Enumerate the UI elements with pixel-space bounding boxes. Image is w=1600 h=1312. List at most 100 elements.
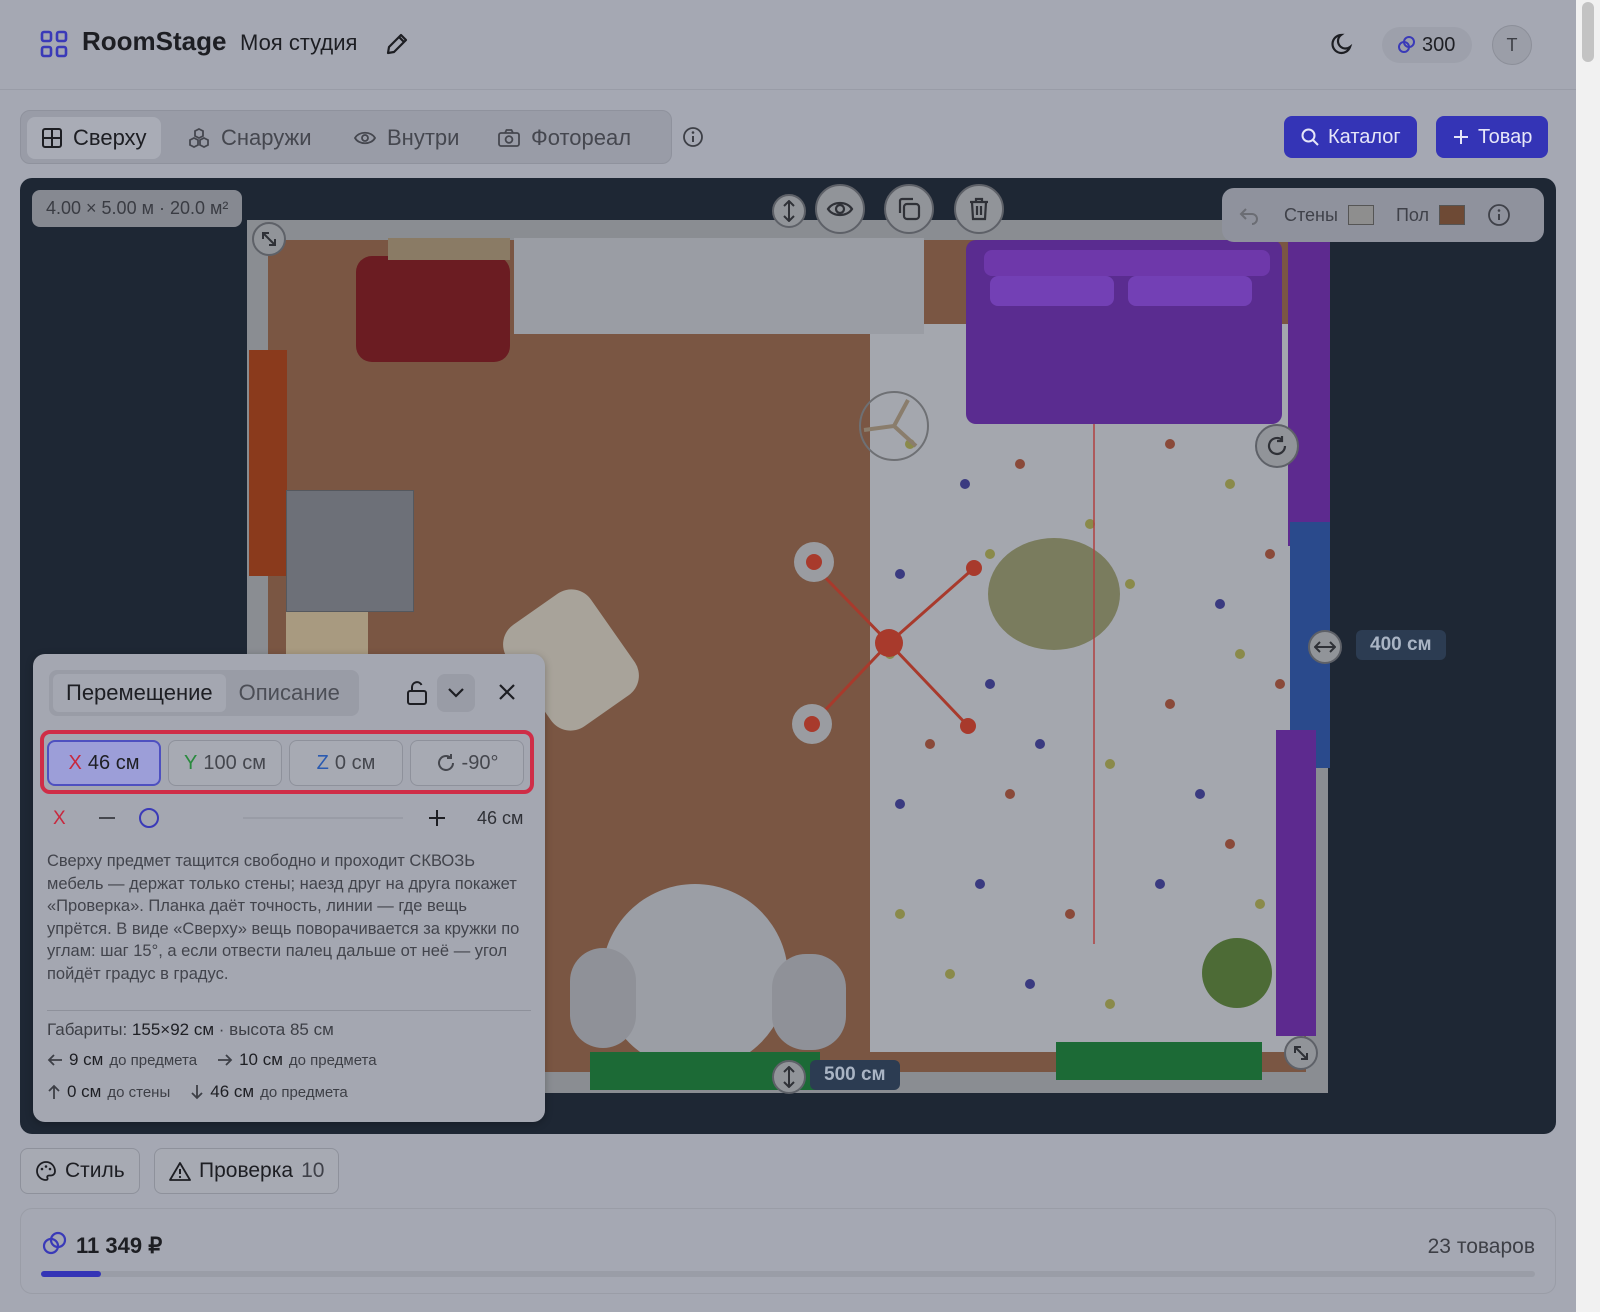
progress-fill xyxy=(41,1271,101,1277)
avatar[interactable]: T xyxy=(1492,25,1532,65)
z-position-input[interactable]: Z 0 см xyxy=(289,740,403,786)
visibility-eye-icon[interactable] xyxy=(815,184,865,234)
orange-bookshelf[interactable] xyxy=(249,350,287,576)
rotation-input[interactable]: -90° xyxy=(410,740,524,786)
rotate-handle-icon[interactable] xyxy=(1255,424,1299,468)
search-icon xyxy=(1300,127,1320,147)
corner-resize-bottom-right-icon[interactable] xyxy=(1284,1036,1318,1070)
tab-description[interactable]: Описание xyxy=(226,674,353,712)
floor-color-swatch[interactable] xyxy=(1439,205,1465,225)
progress-track xyxy=(41,1271,1535,1277)
purple-shelf-right-bottom[interactable] xyxy=(1276,730,1316,1036)
resize-vertical-handle-icon[interactable] xyxy=(772,1060,806,1094)
camera-icon xyxy=(497,127,521,149)
eye-icon xyxy=(353,127,377,149)
rotation-value: -90° xyxy=(461,751,499,774)
dims-label: Габариты: xyxy=(47,1020,128,1039)
close-icon[interactable] xyxy=(497,682,517,702)
credits-badge[interactable]: 300 xyxy=(1382,27,1472,63)
tab-top-view[interactable]: Сверху xyxy=(27,117,161,159)
tab-photoreal-view[interactable]: Фотореал xyxy=(483,117,645,159)
lock-open-icon[interactable] xyxy=(405,680,429,706)
x-value: 46 см xyxy=(87,751,140,774)
slider-thumb[interactable] xyxy=(139,808,159,828)
bottom-distance-target: до предмета xyxy=(260,1083,348,1101)
grey-bed-table[interactable] xyxy=(286,490,414,612)
edit-pencil-icon[interactable] xyxy=(384,31,410,57)
logo-grid-icon xyxy=(40,30,68,58)
red-ottoman[interactable] xyxy=(356,256,510,362)
x-axis-label: X xyxy=(68,751,82,774)
info-icon[interactable] xyxy=(1487,203,1511,227)
x-position-input[interactable]: X 46 см xyxy=(47,740,161,786)
undo-icon[interactable] xyxy=(1238,205,1260,225)
fan-icon xyxy=(856,388,932,464)
check-button[interactable]: Проверка 10 xyxy=(154,1148,340,1194)
increment-plus-icon[interactable] xyxy=(427,808,447,828)
y-axis-label: Y xyxy=(183,751,198,774)
cart-footer[interactable]: 11 349 ₽ 23 товаров xyxy=(20,1208,1556,1294)
brand-name: RoomStage xyxy=(82,26,227,56)
room-dimensions-label: 4.00 × 5.00 м · 20.0 м² xyxy=(32,190,243,227)
duplicate-icon[interactable] xyxy=(884,184,934,234)
collapse-chevron-down-icon[interactable] xyxy=(437,674,475,712)
slider-track[interactable] xyxy=(243,817,403,819)
purple-shelf-right-top[interactable] xyxy=(1288,240,1330,546)
ceiling-lamp[interactable] xyxy=(784,538,994,748)
arrow-down-icon xyxy=(190,1084,204,1100)
move-vertical-handle-icon[interactable] xyxy=(772,194,806,228)
tab-label: Сверху xyxy=(73,125,147,150)
small-cabinet[interactable] xyxy=(286,612,368,660)
dims-value: 155×92 см xyxy=(131,1020,215,1039)
corner-resize-top-left-icon[interactable] xyxy=(252,222,286,256)
green-bench-right[interactable] xyxy=(1056,1042,1262,1080)
tab-label: Внутри xyxy=(387,125,460,150)
resize-horizontal-handle-icon[interactable] xyxy=(1308,630,1342,664)
width-dimension-label: 500 см xyxy=(810,1060,900,1090)
wood-shelf[interactable] xyxy=(388,238,510,260)
purple-sofa[interactable] xyxy=(966,240,1282,424)
dark-mode-moon-icon[interactable] xyxy=(1330,31,1356,57)
wall-color-swatch[interactable] xyxy=(1347,205,1374,225)
tab-inside-view[interactable]: Внутри xyxy=(339,117,473,159)
chair-right[interactable] xyxy=(772,954,846,1050)
top-distance-target: до стены xyxy=(107,1083,171,1101)
catalog-button[interactable]: Каталог xyxy=(1284,116,1417,158)
tab-label: Снаружи xyxy=(221,125,312,150)
style-button[interactable]: Стиль xyxy=(20,1148,140,1194)
z-axis-label: Z xyxy=(316,751,329,774)
tab-label: Фотореал xyxy=(531,125,632,150)
rotate-icon xyxy=(436,753,456,773)
white-cabinet[interactable] xyxy=(514,238,924,334)
studio-name[interactable]: Моя студия xyxy=(240,30,357,56)
delete-trash-icon[interactable] xyxy=(954,184,1004,234)
vertical-distances-row: 0 см до стены 46 см до предмета xyxy=(47,1082,348,1102)
right-distance: 10 см xyxy=(239,1050,283,1069)
cart-total: 11 349 ₽ xyxy=(76,1233,163,1258)
add-item-button[interactable]: Товар xyxy=(1436,116,1549,158)
position-inputs-highlight: X 46 см Y 100 см Z 0 см -90° xyxy=(40,730,534,794)
warning-triangle-icon xyxy=(169,1161,191,1181)
cubes-icon xyxy=(187,127,211,149)
tab-move[interactable]: Перемещение xyxy=(53,674,226,712)
tab-outside-view[interactable]: Снаружи xyxy=(173,117,326,159)
check-count: 10 xyxy=(301,1159,325,1182)
chair-left[interactable] xyxy=(570,948,636,1048)
z-value: 0 см xyxy=(334,751,376,774)
scrollbar-thumb[interactable] xyxy=(1582,2,1594,62)
plant[interactable] xyxy=(1202,938,1272,1008)
scrollbar[interactable] xyxy=(1576,0,1600,1312)
walls-label: Стены xyxy=(1284,204,1338,225)
bottom-distance: 46 см xyxy=(210,1082,255,1101)
info-icon[interactable] xyxy=(682,126,704,148)
slider-value: 46 см xyxy=(477,808,524,828)
horizontal-distances-row: 9 см до предмета 10 см до предмета xyxy=(47,1050,377,1070)
y-position-input[interactable]: Y 100 см xyxy=(168,740,282,786)
dims-height: · высота 85 см xyxy=(218,1020,334,1039)
decrement-minus-icon[interactable] xyxy=(97,808,117,828)
help-text: Сверху предмет тащится свободно и проход… xyxy=(47,852,520,983)
sofa-back xyxy=(984,250,1270,276)
top-distance: 0 см xyxy=(67,1082,102,1101)
coins-icon xyxy=(41,1231,67,1257)
arrow-up-icon xyxy=(47,1084,61,1100)
